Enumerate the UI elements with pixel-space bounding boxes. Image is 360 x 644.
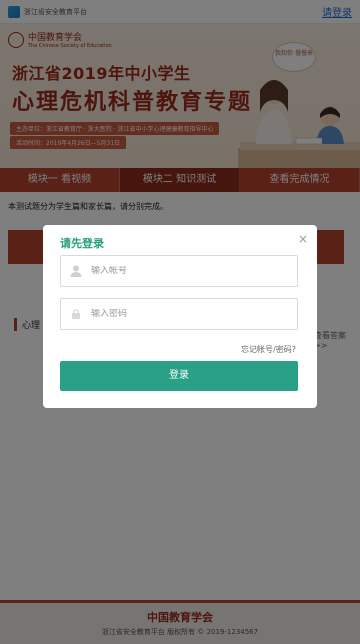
forgot-credentials-link[interactable]: 忘记帐号/密码? bbox=[241, 344, 296, 355]
lock-icon bbox=[72, 309, 80, 319]
user-icon bbox=[70, 265, 82, 277]
password-input[interactable] bbox=[91, 309, 281, 319]
username-input[interactable] bbox=[91, 266, 281, 276]
password-field[interactable] bbox=[60, 298, 298, 330]
close-icon[interactable]: × bbox=[298, 232, 308, 246]
username-field[interactable] bbox=[60, 255, 298, 287]
modal-title: 请先登录 bbox=[60, 237, 104, 250]
login-button[interactable]: 登录 bbox=[60, 361, 298, 391]
login-modal: 请先登录 × 忘记帐号/密码? 登录 bbox=[43, 225, 317, 408]
